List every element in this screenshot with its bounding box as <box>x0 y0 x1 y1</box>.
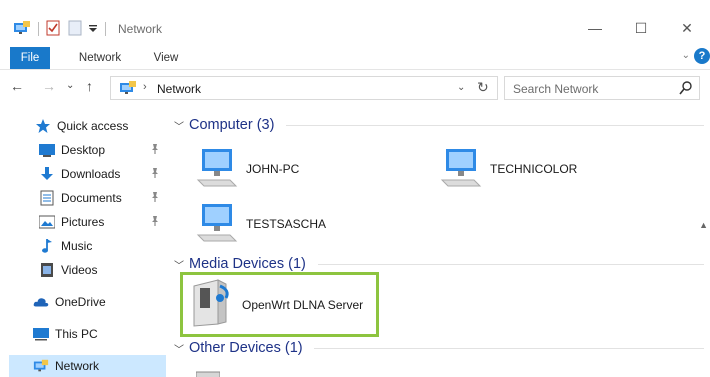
computer-icon <box>440 146 482 191</box>
nav-desktop[interactable]: Desktop <box>39 139 166 161</box>
chevron-down-icon[interactable]: ﹀ <box>174 341 184 356</box>
help-icon[interactable]: ? <box>694 48 710 64</box>
address-row: ← → ⌄ ↑ › Network ⌄ ↻ <box>0 74 710 102</box>
refresh-button[interactable]: ↻ <box>477 79 489 96</box>
music-icon <box>39 238 55 254</box>
desktop-icon <box>39 142 55 158</box>
qa-separator <box>105 22 106 36</box>
search-box[interactable] <box>504 76 700 100</box>
nav-item-label: Pictures <box>61 215 105 229</box>
nav-item-label: OneDrive <box>55 295 106 309</box>
recent-locations-icon[interactable]: ⌄ <box>66 80 74 91</box>
pin-icon[interactable] <box>150 143 160 158</box>
computer-icon <box>196 146 238 191</box>
nav-item-label: Music <box>61 239 93 253</box>
nav-onedrive[interactable]: OneDrive <box>33 291 106 313</box>
up-button[interactable]: ↑ <box>86 78 93 94</box>
forward-button[interactable]: → <box>42 78 56 94</box>
network-folder-icon[interactable] <box>13 20 31 39</box>
properties-icon[interactable] <box>46 20 60 39</box>
scroll-up-icon[interactable]: ▲ <box>699 220 708 230</box>
other-device-item[interactable] <box>195 368 221 377</box>
group-header-other-devices[interactable]: ﹀ Other Devices (1) <box>174 338 303 358</box>
nav-item-label: Downloads <box>61 167 121 181</box>
title-bar: Network — ☐ ✕ <box>0 0 710 44</box>
device-icon <box>195 368 221 377</box>
window-controls: — ☐ ✕ <box>572 13 710 43</box>
group-divider <box>318 264 704 265</box>
computer-icon <box>196 201 238 246</box>
nav-downloads[interactable]: Downloads <box>39 163 166 185</box>
nav-music[interactable]: Music <box>39 235 92 257</box>
cloud-icon <box>33 294 49 310</box>
nav-quick-access[interactable]: Quick access <box>35 115 128 137</box>
nav-documents[interactable]: Documents <box>39 187 166 209</box>
network-computer-item[interactable]: JOHN-PC <box>196 146 299 191</box>
group-header-media-devices[interactable]: ﹀ Media Devices (1) <box>174 254 306 274</box>
group-divider <box>286 125 704 126</box>
star-icon <box>35 118 51 134</box>
chevron-down-icon[interactable]: ﹀ <box>174 257 184 272</box>
close-button[interactable]: ✕ <box>664 13 710 43</box>
nav-item-label: Quick access <box>57 119 129 133</box>
network-icon <box>119 80 137 99</box>
tab-view[interactable]: View <box>141 47 191 69</box>
address-dropdown-icon[interactable]: ⌄ <box>457 82 465 93</box>
nav-this-pc[interactable]: This PC <box>33 323 98 345</box>
nav-network[interactable]: Network <box>9 355 166 377</box>
maximize-button[interactable]: ☐ <box>618 13 664 43</box>
address-bar[interactable]: › Network ⌄ ↻ <box>110 76 498 100</box>
highlight-box <box>180 272 379 337</box>
network-computer-item[interactable]: TESTSASCHA <box>196 201 326 246</box>
computer-icon <box>33 326 49 342</box>
tab-file[interactable]: File <box>10 47 50 69</box>
minimize-button[interactable]: — <box>572 13 618 43</box>
breadcrumb-separator-icon[interactable]: › <box>143 81 147 93</box>
search-input[interactable] <box>513 81 673 97</box>
customize-qa-dropdown-icon[interactable] <box>88 22 98 37</box>
window-title: Network <box>118 22 163 36</box>
breadcrumb-network[interactable]: Network <box>157 82 201 96</box>
new-folder-icon[interactable] <box>68 20 82 39</box>
ribbon: File Network View ⌄ ? <box>0 44 710 70</box>
network-icon <box>33 358 49 374</box>
back-button[interactable]: ← <box>10 78 24 94</box>
documents-icon <box>39 190 55 206</box>
search-icon[interactable] <box>679 80 693 99</box>
expand-ribbon-icon[interactable]: ⌄ <box>682 50 690 61</box>
qa-separator <box>38 22 39 36</box>
group-header-computer[interactable]: ﹀ Computer (3) <box>174 115 274 135</box>
pin-icon[interactable] <box>150 215 160 230</box>
videos-icon <box>39 262 55 278</box>
nav-item-label: This PC <box>55 327 98 341</box>
navigation-pane: Quick access Desktop Downloads Documents <box>0 106 166 377</box>
group-divider <box>314 348 704 349</box>
tab-network[interactable]: Network <box>65 47 135 69</box>
pin-icon[interactable] <box>150 167 160 182</box>
nav-videos[interactable]: Videos <box>39 259 97 281</box>
pictures-icon <box>39 214 55 230</box>
download-icon <box>39 166 55 182</box>
quick-access-toolbar <box>13 20 113 38</box>
chevron-down-icon[interactable]: ﹀ <box>174 118 184 133</box>
network-computer-item[interactable]: TECHNICOLOR <box>440 146 577 191</box>
pin-icon[interactable] <box>150 191 160 206</box>
nav-pictures[interactable]: Pictures <box>39 211 166 233</box>
nav-item-label: Network <box>55 359 100 373</box>
nav-item-label: Documents <box>61 191 122 205</box>
nav-item-label: Videos <box>61 263 98 277</box>
nav-item-label: Desktop <box>61 143 106 157</box>
